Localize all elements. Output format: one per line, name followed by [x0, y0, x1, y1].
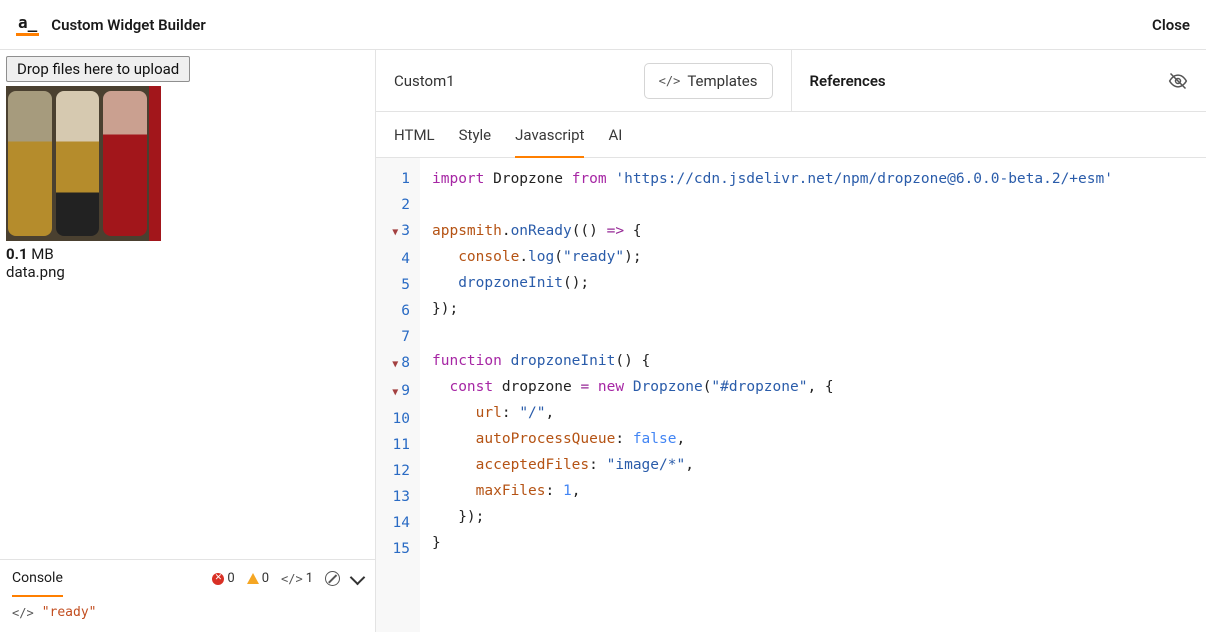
- templates-button[interactable]: </> Templates: [644, 63, 773, 99]
- console-tab[interactable]: Console: [12, 570, 63, 597]
- thumb-figure: [56, 91, 100, 236]
- references-label[interactable]: References: [810, 72, 886, 90]
- file-size-unit: MB: [31, 245, 53, 263]
- thumb-figure: [103, 91, 147, 236]
- right-topbar: Custom1 </> Templates References: [376, 50, 1206, 112]
- code-icon: </>: [12, 606, 34, 620]
- main: Drop files here to upload 0.1 MB data.pn…: [0, 50, 1206, 632]
- tab-html[interactable]: HTML: [394, 126, 435, 157]
- left-panel: Drop files here to upload 0.1 MB data.pn…: [0, 50, 376, 632]
- file-size: 0.1 MB: [6, 245, 369, 263]
- console-stats: ✕ 0 0 </> 1: [212, 571, 363, 586]
- code-tabs: HTML Style Javascript AI: [376, 112, 1206, 158]
- header-left: a_ Custom Widget Builder: [16, 13, 206, 36]
- info-count-value: 1: [306, 571, 313, 586]
- header: a_ Custom Widget Builder Close: [0, 0, 1206, 50]
- error-count-value: 0: [227, 571, 234, 586]
- topbar-references-section: References: [792, 50, 1206, 111]
- clear-console-icon[interactable]: [325, 571, 340, 586]
- warn-count-value: 0: [262, 571, 269, 586]
- code-content[interactable]: import Dropzone from 'https://cdn.jsdeli…: [420, 158, 1125, 632]
- templates-label: Templates: [687, 72, 757, 90]
- preview-area: Drop files here to upload 0.1 MB data.pn…: [0, 50, 375, 559]
- code-icon: </>: [281, 572, 303, 586]
- file-name: data.png: [6, 263, 369, 281]
- code-icon: </>: [659, 74, 681, 88]
- thumb-figure: [8, 91, 52, 236]
- tab-javascript[interactable]: Javascript: [515, 126, 584, 158]
- file-size-value: 0.1: [6, 245, 28, 263]
- code-editor[interactable]: 1 2 ▼3 4 5 6 7 ▼8 ▼9 10 11 12 13 14 15 i…: [376, 158, 1206, 632]
- error-icon: ✕: [212, 573, 224, 585]
- gutter: 1 2 ▼3 4 5 6 7 ▼8 ▼9 10 11 12 13 14 15: [376, 158, 420, 632]
- uploaded-thumbnail[interactable]: [6, 86, 161, 241]
- console-body: </> "ready": [0, 597, 375, 632]
- right-panel: Custom1 </> Templates References HTML: [376, 50, 1206, 632]
- dropzone-button[interactable]: Drop files here to upload: [6, 56, 190, 82]
- warning-icon: [247, 573, 259, 584]
- topbar-widget-section: Custom1 </> Templates: [376, 50, 792, 111]
- app-logo: a_: [16, 13, 39, 36]
- page-title: Custom Widget Builder: [51, 16, 205, 34]
- warn-count[interactable]: 0: [247, 571, 269, 586]
- tab-style[interactable]: Style: [459, 126, 492, 157]
- thumb-figure: [149, 86, 161, 241]
- console-bar: Console ✕ 0 0 </> 1: [0, 559, 375, 597]
- chevron-down-icon[interactable]: [350, 569, 366, 585]
- error-count[interactable]: ✕ 0: [212, 571, 234, 586]
- close-button[interactable]: Close: [1152, 16, 1190, 34]
- tab-ai[interactable]: AI: [608, 126, 622, 157]
- console-log-line: "ready": [42, 605, 97, 620]
- info-count[interactable]: </> 1: [281, 571, 313, 586]
- eye-off-icon[interactable]: [1168, 71, 1188, 91]
- widget-name: Custom1: [394, 72, 455, 90]
